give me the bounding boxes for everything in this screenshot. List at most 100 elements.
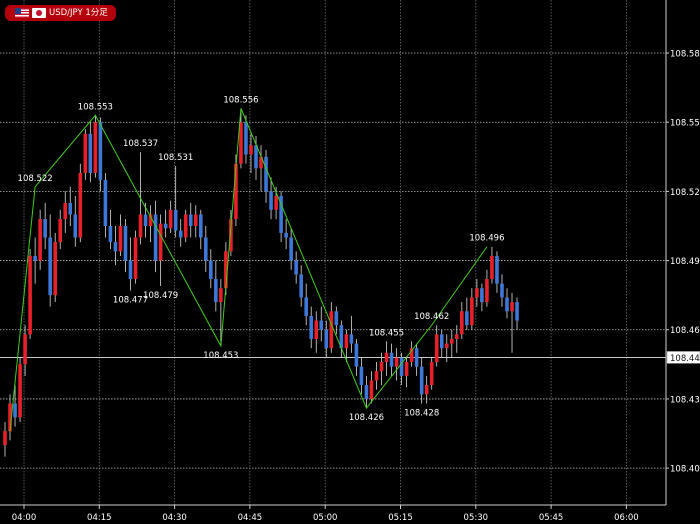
candle-bull xyxy=(379,362,384,372)
candle-bear xyxy=(33,255,37,261)
symbol-badge[interactable]: USD/JPY 1分足 xyxy=(5,5,116,21)
zigzag-line xyxy=(9,108,488,432)
candle-bull xyxy=(485,279,489,303)
candle-bear xyxy=(113,242,118,252)
candle-bull xyxy=(384,352,389,363)
candle-bear xyxy=(254,145,258,169)
candle-bear xyxy=(13,403,17,418)
candle-bull xyxy=(475,288,479,298)
candle-bear xyxy=(419,366,424,395)
candle-bear xyxy=(178,230,183,238)
x-tick-label: 05:30 xyxy=(464,513,489,523)
candle-bull xyxy=(78,172,83,238)
candle-bull xyxy=(168,209,173,229)
candle-bull xyxy=(28,255,32,335)
candle-bull xyxy=(193,214,198,226)
price-annotation: 108.479 xyxy=(143,291,178,301)
price-annotation: 108.556 xyxy=(223,95,258,105)
candle-bull xyxy=(369,380,374,399)
candle-bear xyxy=(349,334,354,344)
candle-bear xyxy=(284,232,288,238)
candle-bear xyxy=(244,122,248,155)
candle-bear xyxy=(500,283,504,298)
candle-bear xyxy=(324,329,329,349)
candle-bear xyxy=(143,214,148,226)
candle-bear xyxy=(439,334,444,349)
candle-bull xyxy=(444,343,449,349)
candle-bull xyxy=(434,334,439,363)
price-annotation: 108.531 xyxy=(158,153,193,163)
candle-bull xyxy=(490,255,494,280)
price-annotation: 108.462 xyxy=(414,312,449,322)
candle-bull xyxy=(344,334,349,349)
candle-bear xyxy=(209,260,213,280)
y-tick-label: 108.520 xyxy=(670,188,700,198)
candle-bull xyxy=(133,237,138,280)
candle-bear xyxy=(334,311,339,326)
candle-bull xyxy=(429,362,434,386)
y-tick-label: 108.460 xyxy=(670,326,700,336)
x-tick-label: 05:45 xyxy=(539,513,564,523)
candle-bear xyxy=(214,279,218,303)
candle-bear xyxy=(399,357,404,376)
candle-bear xyxy=(269,191,273,210)
y-tick-label: 108.550 xyxy=(670,119,700,129)
price-annotation: 108.453 xyxy=(203,351,238,361)
symbol-label: USD/JPY 1分足 xyxy=(49,8,108,18)
candle-bear xyxy=(103,179,108,226)
candle-bear xyxy=(108,225,113,243)
candle-bull xyxy=(424,385,429,395)
candle-bear xyxy=(304,297,308,316)
x-tick-label: 06:00 xyxy=(614,513,639,523)
y-tick-label: 108.430 xyxy=(670,395,700,405)
candle-bear xyxy=(309,315,314,339)
candle-bear xyxy=(505,297,509,312)
price-annotation: 108.428 xyxy=(404,409,439,419)
candle-bull xyxy=(449,338,454,344)
candle-bear xyxy=(68,202,73,215)
candle-bear xyxy=(73,214,78,238)
candle-bear xyxy=(43,219,47,238)
candle-bull xyxy=(158,223,163,261)
candle-bull xyxy=(274,196,278,210)
candle-bear xyxy=(359,366,364,386)
candle-bear xyxy=(88,133,93,173)
candle-bear xyxy=(289,237,293,261)
y-tick-label: 108.580 xyxy=(670,50,700,60)
candle-bull xyxy=(314,320,319,339)
y-tick-label: 108.490 xyxy=(670,257,700,267)
candle-bull xyxy=(3,431,7,446)
candle-bear xyxy=(414,348,419,367)
candle-bull xyxy=(183,214,188,238)
candle-bear xyxy=(465,311,469,326)
candle-bear xyxy=(364,385,369,399)
candle-bull xyxy=(404,362,409,376)
jp-flag-icon xyxy=(32,8,46,18)
candle-bear xyxy=(264,156,268,192)
candle-bear xyxy=(173,209,178,231)
candle-bear xyxy=(128,260,133,280)
price-annotation: 108.537 xyxy=(123,139,158,149)
candle-bear xyxy=(204,237,208,261)
chart-root: 108.580 108.550 108.520 108.490 108.460 108.4… xyxy=(0,0,700,524)
candle-bull xyxy=(18,364,22,418)
x-tick-label: 04:00 xyxy=(12,513,37,523)
candle-bear xyxy=(294,260,298,275)
candle-bear xyxy=(319,320,324,330)
candle-bull xyxy=(329,311,334,349)
current-price-label: 108.448 xyxy=(670,354,700,364)
candle-bear xyxy=(153,214,158,261)
candlestick-chart: 108.580 108.550 108.520 108.490 108.460 108.4… xyxy=(0,0,700,523)
candle-bull xyxy=(510,302,514,312)
candle-bull xyxy=(460,311,464,335)
x-tick-label: 05:15 xyxy=(388,513,413,523)
candle-bull xyxy=(93,122,98,173)
candle-bull xyxy=(58,219,63,243)
x-tick-label: 04:30 xyxy=(162,513,187,523)
price-annotation: 108.496 xyxy=(469,234,504,244)
us-flag-icon xyxy=(15,8,29,18)
candle-bear xyxy=(188,214,193,226)
price-annotation: 108.553 xyxy=(78,102,113,112)
candle-bull xyxy=(374,371,379,381)
candle-bear xyxy=(48,237,52,296)
